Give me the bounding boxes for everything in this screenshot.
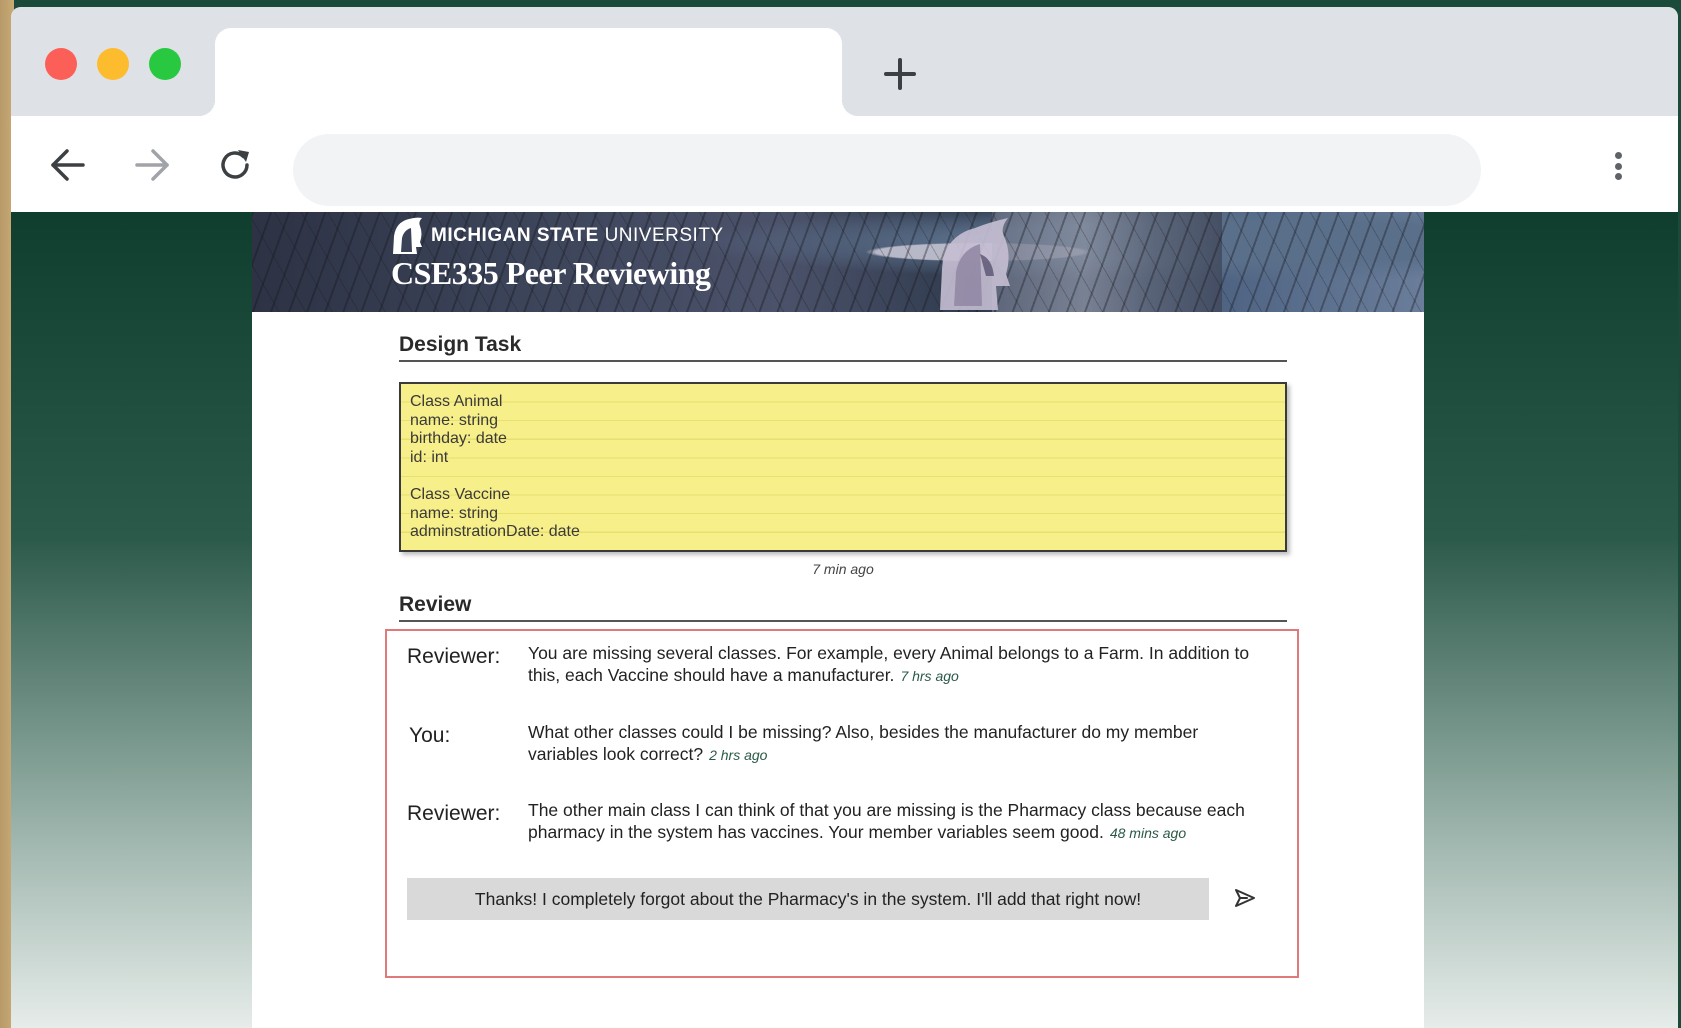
university-name-light: UNIVERSITY bbox=[598, 225, 724, 246]
university-wordmark: MICHIGAN STATE UNIVERSITY bbox=[431, 225, 724, 247]
class-separator bbox=[410, 467, 1276, 486]
review-thread: Reviewer: You are missing several classe… bbox=[385, 629, 1299, 978]
menu-dot bbox=[1614, 152, 1622, 159]
menu-dot bbox=[1614, 162, 1622, 170]
message-author: You: bbox=[409, 724, 451, 747]
message-timestamp: 48 mins ago bbox=[1109, 824, 1187, 841]
page-viewport: MICHIGAN STATE UNIVERSITY CSE335 Peer Re… bbox=[11, 212, 1678, 1028]
message-text: What other classes could I be missing? A… bbox=[528, 722, 1199, 764]
browser-toolbar bbox=[11, 116, 1678, 212]
arrow-right-icon bbox=[135, 149, 169, 181]
message-body: You are missing several classes. For exa… bbox=[528, 643, 1268, 687]
send-icon bbox=[1235, 889, 1255, 907]
message-timestamp: 2 hrs ago bbox=[709, 746, 768, 763]
class-field: name: string bbox=[410, 504, 499, 522]
design-task-note: Class Animal name: string birthday: date… bbox=[399, 382, 1287, 552]
class-title: Class Animal bbox=[410, 393, 503, 410]
message-body: The other main class I can think of that… bbox=[528, 800, 1268, 844]
class-field: id: int bbox=[410, 448, 449, 466]
address-bar[interactable] bbox=[293, 134, 1481, 206]
class-title: Class Vaccine bbox=[410, 485, 511, 503]
header-banner: MICHIGAN STATE UNIVERSITY CSE335 Peer Re… bbox=[252, 212, 1424, 312]
close-window-button[interactable] bbox=[45, 48, 77, 80]
tab-bar bbox=[11, 7, 1678, 122]
reload-icon bbox=[221, 150, 249, 179]
message-timestamp: 7 hrs ago bbox=[900, 667, 959, 684]
reload-button[interactable] bbox=[213, 143, 257, 187]
maximize-window-button[interactable] bbox=[149, 48, 181, 80]
spartan-helmet-icon bbox=[940, 218, 1010, 310]
page-content: MICHIGAN STATE UNIVERSITY CSE335 Peer Re… bbox=[252, 212, 1424, 1028]
arrow-left-icon bbox=[51, 149, 85, 181]
tab-active[interactable] bbox=[199, 28, 858, 122]
class-field: birthday: date bbox=[410, 430, 507, 448]
message-body: What other classes could I be missing? A… bbox=[528, 722, 1268, 766]
new-tab-button[interactable] bbox=[880, 54, 920, 94]
browser-window: MICHIGAN STATE UNIVERSITY CSE335 Peer Re… bbox=[11, 7, 1678, 1028]
message-author: Reviewer: bbox=[407, 645, 501, 668]
plus-icon bbox=[884, 58, 916, 90]
class-field: adminstrationDate: date bbox=[410, 523, 580, 541]
send-button[interactable] bbox=[1231, 884, 1259, 912]
design-task-heading: Design Task bbox=[399, 333, 1287, 362]
more-vertical-icon[interactable] bbox=[1606, 146, 1630, 186]
spartan-logo-icon bbox=[393, 217, 422, 254]
class-field: name: string bbox=[410, 411, 499, 429]
menu-dot bbox=[1614, 173, 1622, 180]
course-title: CSE335 Peer Reviewing bbox=[391, 255, 711, 291]
review-heading: Review bbox=[399, 593, 1287, 622]
message-author: Reviewer: bbox=[407, 802, 501, 825]
back-button[interactable] bbox=[46, 143, 90, 187]
msu-logo[interactable]: MICHIGAN STATE UNIVERSITY bbox=[389, 216, 724, 256]
message-text: You are missing several classes. For exa… bbox=[528, 643, 1250, 685]
university-name-bold: MICHIGAN STATE bbox=[431, 225, 599, 246]
design-timestamp: 7 min ago bbox=[812, 561, 874, 577]
minimize-window-button[interactable] bbox=[97, 48, 129, 80]
reply-input[interactable] bbox=[407, 878, 1209, 920]
forward-button[interactable] bbox=[130, 143, 174, 187]
